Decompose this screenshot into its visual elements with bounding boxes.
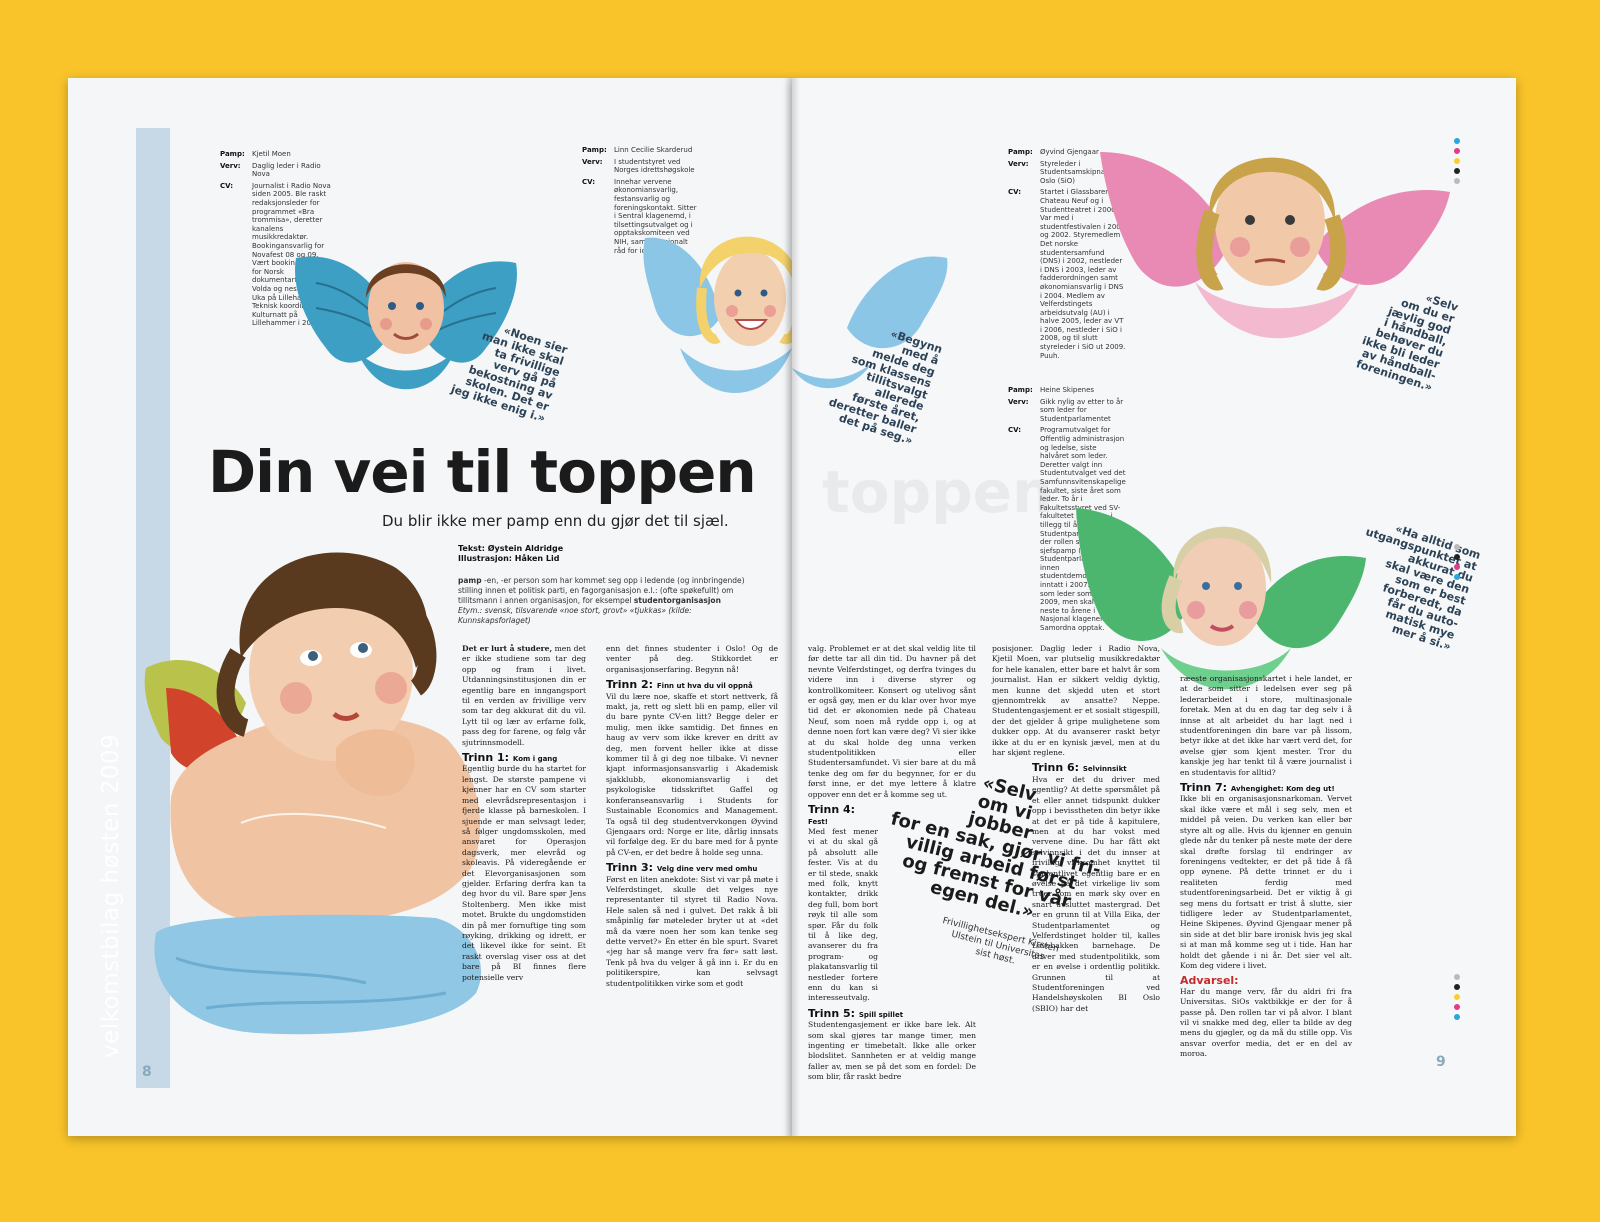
trinn-1-text: Egentlig burde du ha startet for lengst.… xyxy=(462,764,586,982)
profile-verv: Daglig leder i Radio Nova xyxy=(252,161,321,179)
cv-label: CV: xyxy=(1008,188,1022,197)
profile-name: Heine Skipenes xyxy=(1040,386,1095,394)
body-column-2: enn det finnes studenter i Oslo! Og de v… xyxy=(606,644,778,993)
registration-marks-top xyxy=(1454,138,1460,188)
trinn-7-heading: Trinn 7: Avhengighet: Kom deg ut! xyxy=(1180,781,1335,795)
col2-text-start: enn det finnes studenter i Oslo! Og de v… xyxy=(606,644,778,674)
trinn-3-heading: Trinn 3: Velg dine verv med omhu xyxy=(606,861,758,875)
profile-name: Linn Cecilie Skarderud xyxy=(614,146,693,154)
cherub-illustration xyxy=(144,552,482,1035)
cv-label: CV: xyxy=(220,181,234,190)
angel-illustration-linn xyxy=(643,236,792,393)
gutter-shadow xyxy=(784,78,800,1136)
pamp-label: Pamp: xyxy=(220,150,245,158)
trinn-5-heading: Trinn 5: Spill spillet xyxy=(808,1006,904,1020)
verv-label: Verv: xyxy=(582,157,603,166)
warning-heading: Advarsel: xyxy=(1180,974,1239,988)
definition-etymology: Etym.: svensk, tilsvarende «noe stort, g… xyxy=(458,606,692,625)
trinn-4-text: Med fest mener vi at du skal gå på absol… xyxy=(808,826,878,1003)
trinn-3-text: Først en liten anekdote: Sist vi var på … xyxy=(606,874,778,988)
trinn-6-heading: Trinn 6: Selvinnsikt xyxy=(1032,761,1127,775)
spine-label: velkomstbilag høsten 2009 xyxy=(98,733,124,1058)
trinn-2-heading: Trinn 2: Finn ut hva du vil oppnå xyxy=(606,678,753,692)
magazine-spread: velkomstbilag høsten 2009 8 Pamp: Kjetil … xyxy=(68,78,1516,1136)
cv-label: CV: xyxy=(582,177,596,186)
verv-label: Verv: xyxy=(1008,159,1029,168)
folio-left: 8 xyxy=(142,1064,152,1080)
col4-text-start: posisjoner. Daglig leder i Radio Nova, K… xyxy=(992,644,1160,758)
profile-verv: Gikk nylig av etter to år som leder for … xyxy=(1040,397,1124,423)
right-page: toppen 9 Pamp: Øyvind Gjengaar Verv: Styre… xyxy=(792,78,1516,1136)
trinn-4-heading: Trinn 4: Fest! xyxy=(808,803,856,826)
trinn-7-text: Ikke bli en organisasjonsnarkoman. Verve… xyxy=(1180,794,1352,970)
definition-emphasis: studentorganisasjon xyxy=(633,596,721,605)
verv-label: Verv: xyxy=(1008,397,1029,406)
cv-label: CV: xyxy=(1008,426,1022,435)
trinn-4-block: Trinn 4: Fest! Med fest mener vi at du sk… xyxy=(808,803,878,1004)
registration-marks-middle xyxy=(1454,544,1460,584)
trinn-5-text: Studentengasjement er ikke bare lek. Alt… xyxy=(808,1020,976,1082)
left-page: velkomstbilag høsten 2009 8 Pamp: Kjetil … xyxy=(68,78,792,1136)
subheadline: Du blir ikke mer pamp enn du gjør det ti… xyxy=(382,512,729,530)
headline: Din vei til toppen xyxy=(208,438,757,506)
body-column-5: ræeste organisasjonskartet i hele landet… xyxy=(1180,674,1352,1064)
profile-verv: I studentstyret ved Norges idrettshøgsko… xyxy=(614,157,695,175)
pamp-label: Pamp: xyxy=(1008,148,1033,156)
verv-label: Verv: xyxy=(220,161,241,170)
trinn-2-text: Vil du lære noe, skaffe et stort nettver… xyxy=(606,691,778,857)
intro-text: men det er ikke studiene som tar deg opp… xyxy=(462,644,586,747)
folio-right: 9 xyxy=(1436,1054,1446,1070)
col5-text-start: ræeste organisasjonskartet i hele landet… xyxy=(1180,674,1352,777)
warning-text: Har du mange verv, får du aldri fri fra … xyxy=(1180,986,1352,1059)
lead-in: Det er lurt å studere, xyxy=(462,644,553,653)
definition-box: pamp -en, -er person som har kommet seg … xyxy=(458,576,758,626)
trinn-1-heading: Trinn 1: Kom i gang xyxy=(462,751,558,765)
profile-name: Kjetil Moen xyxy=(252,150,291,158)
registration-marks-bottom xyxy=(1454,974,1460,1024)
pamp-label: Pamp: xyxy=(582,146,607,154)
pamp-label: Pamp: xyxy=(1008,386,1033,394)
body-column-1: Det er lurt å studere, men det er ikke s… xyxy=(462,644,586,987)
